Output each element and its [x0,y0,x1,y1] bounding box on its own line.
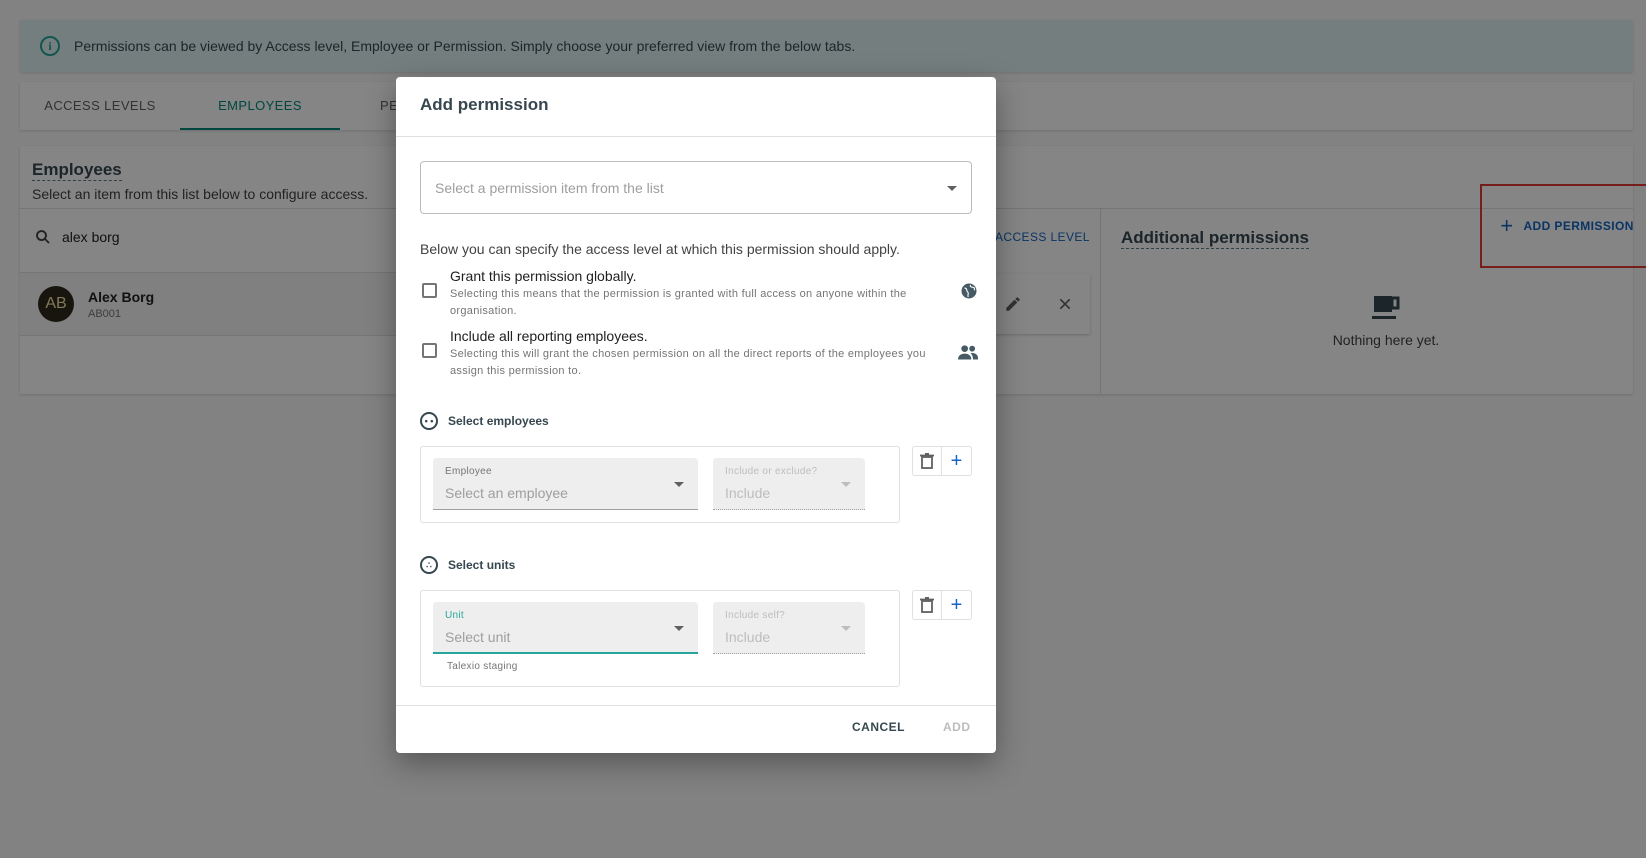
grant-globally-checkbox[interactable] [422,283,437,298]
include-self-label: Include self? [725,610,786,621]
grant-globally-label: Grant this permission globally. [450,268,637,284]
select-employees-heading: • • Select employees [420,412,549,430]
unit-row-actions: + [912,590,972,620]
add-button[interactable]: ADD [943,720,971,734]
include-self-value: Include [725,629,771,645]
chevron-down-icon [674,626,684,631]
people-icon [958,345,978,360]
trash-icon [920,597,934,613]
delete-employee-row-button[interactable] [913,447,943,475]
divider [396,705,996,706]
select-units-heading: ∴ Select units [420,556,515,574]
include-reporting-label: Include all reporting employees. [450,328,648,344]
grant-globally-description: Selecting this means that the permission… [450,288,907,317]
select-employees-label: Select employees [448,414,549,428]
include-reporting-option: Include all reporting employees. Selecti… [420,328,980,378]
add-unit-row-button[interactable]: + [942,591,971,619]
grant-globally-option: Grant this permission globally. Selectin… [420,268,980,318]
globe-icon [961,283,977,299]
trash-icon [920,453,934,469]
employee-row-actions: + [912,446,972,476]
plus-icon: + [950,593,963,616]
unit-field-label: Unit [445,610,464,621]
delete-unit-row-button[interactable] [913,591,943,619]
unit-select[interactable]: Unit Select unit [433,602,698,654]
plus-icon: + [950,449,963,472]
include-exclude-value: Include [725,485,771,501]
access-level-description: Below you can specify the access level a… [420,241,900,257]
add-permission-dialog: Add permission Select a permission item … [396,77,996,753]
include-reporting-checkbox[interactable] [422,343,437,358]
employee-field-placeholder: Select an employee [445,485,568,501]
chevron-down-icon [841,482,851,487]
divider [396,136,996,137]
unit-field-placeholder: Select unit [445,629,511,645]
unit-selection-box: Unit Select unit Include self? Include T… [420,590,900,687]
employee-select[interactable]: Employee Select an employee [433,458,698,510]
chevron-down-icon [841,626,851,631]
include-exclude-label: Include or exclude? [725,466,818,477]
chevron-down-icon [674,482,684,487]
employee-selection-box: Employee Select an employee Include or e… [420,446,900,523]
employee-field-label: Employee [445,466,492,477]
chevron-down-icon [947,186,957,191]
include-reporting-description: Selecting this will grant the chosen per… [450,348,926,377]
unit-hint: Talexio staging [447,661,518,672]
cancel-button[interactable]: CANCEL [852,720,905,734]
include-exclude-select: Include or exclude? Include [713,458,865,510]
face-icon: • • [420,412,438,430]
permission-select[interactable]: Select a permission item from the list [420,161,972,214]
select-units-label: Select units [448,558,516,572]
add-employee-row-button[interactable]: + [942,447,971,475]
permission-select-placeholder: Select a permission item from the list [435,179,664,196]
units-icon: ∴ [420,556,438,574]
dialog-title: Add permission [420,95,549,114]
include-self-select: Include self? Include [713,602,865,654]
